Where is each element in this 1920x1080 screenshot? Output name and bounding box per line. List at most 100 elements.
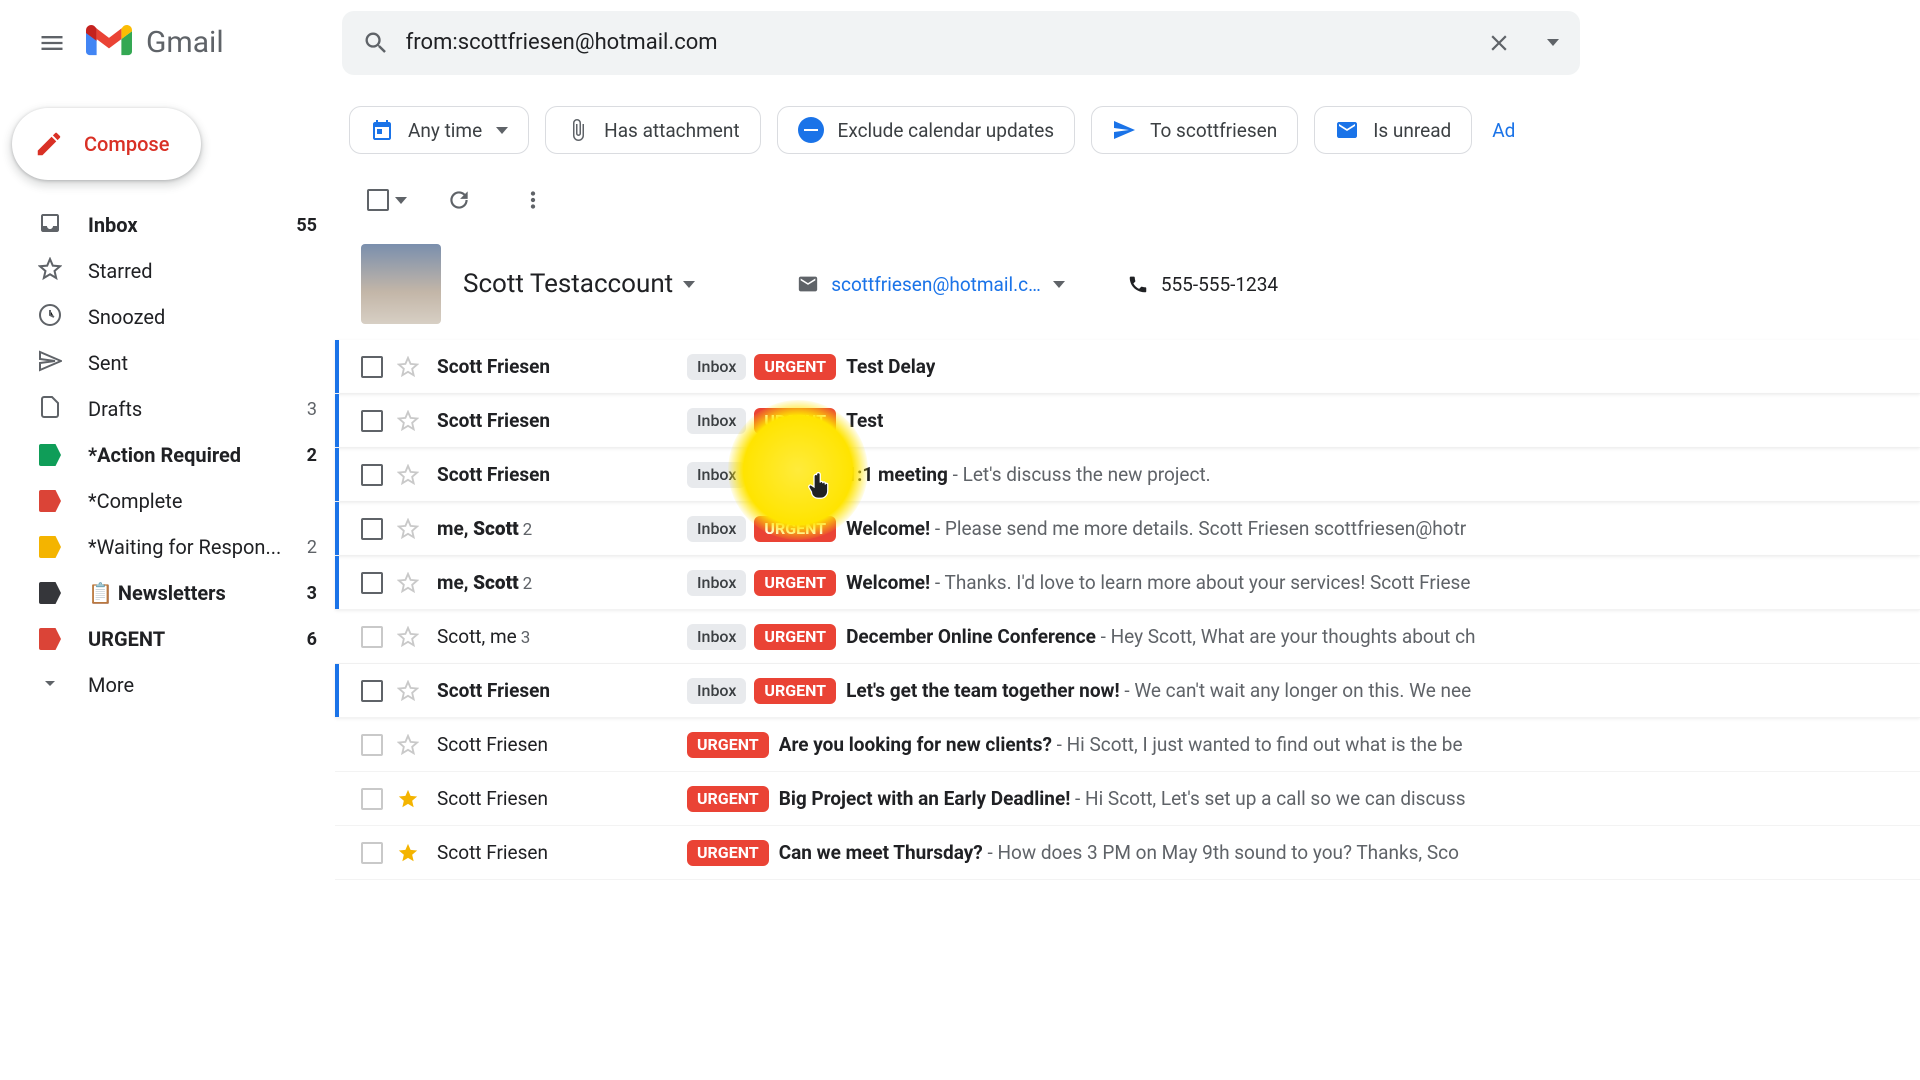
email-snippet: Hi Scott, Let's set up a call so we can … <box>1085 787 1465 810</box>
sidebar-item-label: 📋 Newsletters <box>88 581 307 605</box>
sidebar-item-drafts[interactable]: Drafts3 <box>0 386 335 432</box>
email-row[interactable]: Scott FriesenInboxURGENTTest <box>335 394 1920 448</box>
compose-label: Compose <box>84 132 169 156</box>
sidebar-item-label: More <box>88 673 317 697</box>
pencil-icon <box>34 129 64 159</box>
more-button[interactable] <box>511 178 555 222</box>
email-sender: Scott, me3 <box>437 625 687 648</box>
send-to-icon <box>1112 118 1136 142</box>
star-button[interactable] <box>393 734 423 756</box>
email-row[interactable]: Scott FriesenURGENTBig Project with an E… <box>335 772 1920 826</box>
contact-card: Scott Testaccount scottfriesen@hotmail.c… <box>335 238 1920 332</box>
row-checkbox[interactable] <box>361 356 383 378</box>
chip-to-contact[interactable]: To scottfriesen <box>1091 106 1298 154</box>
compose-button[interactable]: Compose <box>12 108 201 180</box>
contact-avatar[interactable] <box>361 244 441 324</box>
star-button[interactable] <box>393 410 423 432</box>
select-all-checkbox[interactable] <box>367 189 407 211</box>
email-subject: Big Project with an Early Deadline! <box>779 787 1071 810</box>
sidebar-item-label: *Waiting for Respon... <box>88 535 307 559</box>
email-sender: Scott Friesen <box>437 463 687 486</box>
star-button[interactable] <box>393 572 423 594</box>
chip-is-unread[interactable]: Is unread <box>1314 106 1472 154</box>
row-checkbox[interactable] <box>361 788 383 810</box>
label-tag-icon <box>39 536 61 558</box>
sidebar-item-label: *Action Required <box>88 443 307 467</box>
star-button[interactable] <box>393 626 423 648</box>
chevron-down-icon <box>683 281 695 288</box>
sidebar-item-urgent[interactable]: URGENT6 <box>0 616 335 662</box>
email-row[interactable]: Scott FriesenURGENTCan we meet Thursday?… <box>335 826 1920 880</box>
sidebar-item-label: Drafts <box>88 397 307 421</box>
sidebar-item-more[interactable]: More <box>0 662 335 708</box>
email-row[interactable]: me, Scott2InboxURGENTWelcome! - Please s… <box>335 502 1920 556</box>
search-button[interactable] <box>346 13 406 73</box>
row-checkbox[interactable] <box>361 410 383 432</box>
row-checkbox[interactable] <box>361 572 383 594</box>
hamburger-icon <box>38 29 66 57</box>
star-button[interactable] <box>393 680 423 702</box>
email-subject: Test <box>846 409 883 432</box>
chip-has-attachment[interactable]: Has attachment <box>545 106 760 154</box>
sidebar-item-inbox[interactable]: Inbox55 <box>0 202 335 248</box>
search-bar <box>342 11 1580 75</box>
star-button[interactable] <box>393 788 423 810</box>
sidebar-item--waiting-for-respon-[interactable]: *Waiting for Respon...2 <box>0 524 335 570</box>
email-sender: Scott Friesen <box>437 355 687 378</box>
row-checkbox[interactable] <box>361 464 383 486</box>
row-checkbox[interactable] <box>361 518 383 540</box>
label-tag-icon <box>39 628 61 650</box>
email-snippet: Thanks. I'd love to learn more about you… <box>945 571 1471 594</box>
sidebar-item-label: Sent <box>88 351 317 375</box>
email-sender: Scott Friesen <box>437 841 687 864</box>
email-row[interactable]: Scott FriesenInboxURGENT1:1 meeting - Le… <box>335 448 1920 502</box>
email-snippet: Hey Scott, What are your thoughts about … <box>1111 625 1476 648</box>
contact-phone[interactable]: 555-555-1234 <box>1127 273 1278 296</box>
sidebar-item--newsletters[interactable]: 📋 Newsletters3 <box>0 570 335 616</box>
row-checkbox[interactable] <box>361 626 383 648</box>
row-checkbox[interactable] <box>361 842 383 864</box>
email-subject: Welcome! <box>846 517 930 540</box>
gmail-wordmark: Gmail <box>146 25 224 60</box>
refresh-button[interactable] <box>437 178 481 222</box>
contact-name-dropdown[interactable]: Scott Testaccount <box>463 269 695 299</box>
email-snippet: Please send me more details. Scott Fries… <box>945 517 1466 540</box>
email-row[interactable]: me, Scott2InboxURGENTWelcome! - Thanks. … <box>335 556 1920 610</box>
email-row[interactable]: Scott, me3InboxURGENTDecember Online Con… <box>335 610 1920 664</box>
label-tag-icon <box>39 582 61 604</box>
sidebar-item-label: Snoozed <box>88 305 317 329</box>
chip-exclude-calendar[interactable]: Exclude calendar updates <box>777 106 1076 154</box>
contact-email-dropdown[interactable]: scottfriesen@hotmail.c… <box>797 273 1065 296</box>
clear-search-button[interactable] <box>1472 16 1526 70</box>
gmail-logo[interactable]: Gmail <box>86 25 224 60</box>
sidebar-item--action-required[interactable]: *Action Required2 <box>0 432 335 478</box>
star-button[interactable] <box>393 464 423 486</box>
sidebar-item--complete[interactable]: *Complete <box>0 478 335 524</box>
send-icon <box>38 349 62 378</box>
star-button[interactable] <box>393 518 423 540</box>
row-checkbox[interactable] <box>361 680 383 702</box>
chevron-down-icon <box>395 197 407 204</box>
star-icon <box>38 257 62 286</box>
row-checkbox[interactable] <box>361 734 383 756</box>
label-urgent: URGENT <box>687 786 769 812</box>
sidebar-item-sent[interactable]: Sent <box>0 340 335 386</box>
email-sender: Scott Friesen <box>437 679 687 702</box>
search-input[interactable] <box>406 30 1472 55</box>
star-button[interactable] <box>393 842 423 864</box>
email-row[interactable]: Scott FriesenInboxURGENTLet's get the te… <box>335 664 1920 718</box>
chip-any-time[interactable]: Any time <box>349 106 529 154</box>
search-options-button[interactable] <box>1526 16 1580 70</box>
sidebar-item-snoozed[interactable]: Snoozed <box>0 294 335 340</box>
sidebar-item-starred[interactable]: Starred <box>0 248 335 294</box>
label-urgent: URGENT <box>754 462 836 488</box>
advanced-search-link[interactable]: Ad <box>1492 119 1515 142</box>
label-urgent: URGENT <box>754 516 836 542</box>
sidebar-item-label: URGENT <box>88 627 307 651</box>
email-row[interactable]: Scott FriesenURGENTAre you looking for n… <box>335 718 1920 772</box>
star-button[interactable] <box>393 356 423 378</box>
main-menu-button[interactable] <box>28 19 76 67</box>
email-row[interactable]: Scott FriesenInboxURGENTTest Delay <box>335 340 1920 394</box>
checkbox-icon <box>367 189 389 211</box>
label-inbox: Inbox <box>687 678 746 704</box>
